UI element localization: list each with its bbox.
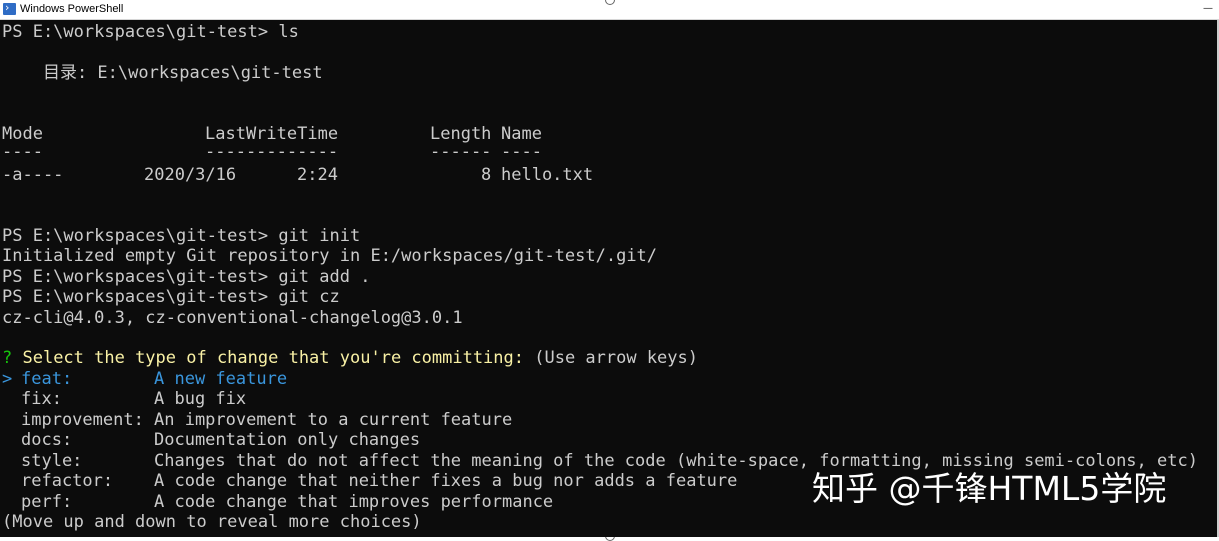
choice-item-selected[interactable]: > feat: A new feature xyxy=(2,369,287,389)
listing-separator: ---- ------------- ------ ---- xyxy=(2,142,542,162)
console-line: 目录: E:\workspaces\git-test xyxy=(2,63,323,83)
console-line: PS E:\workspaces\git-test> git cz xyxy=(2,287,340,307)
question-marker: ? xyxy=(2,348,13,368)
window-title: Windows PowerShell xyxy=(20,3,124,15)
watermark: 知乎 @千锋HTML5学院 xyxy=(812,469,1167,508)
console-line: cz-cli@4.0.3, cz-conventional-changelog@… xyxy=(2,308,463,328)
listing-header: Mode LastWriteTime Length Name xyxy=(2,124,542,144)
console-line: Initialized empty Git repository in E:/w… xyxy=(2,246,658,266)
console-footer-hint: (Move up and down to reveal more choices… xyxy=(2,512,422,532)
console-output[interactable]: PS E:\workspaces\git-test> ls 目录: E:\wor… xyxy=(0,20,1219,537)
powershell-icon: › xyxy=(3,1,16,15)
console-line: PS E:\workspaces\git-test> ls xyxy=(2,22,299,42)
console-line: PS E:\workspaces\git-test> git init xyxy=(2,226,361,246)
minimize-icon[interactable]: — xyxy=(1199,0,1217,18)
listing-row: -a---- 2020/3/16 2:24 8 hello.txt xyxy=(2,165,594,185)
prompt-question: ? Select the type of change that you're … xyxy=(2,348,698,368)
console-line: PS E:\workspaces\git-test> git add . xyxy=(2,267,371,287)
